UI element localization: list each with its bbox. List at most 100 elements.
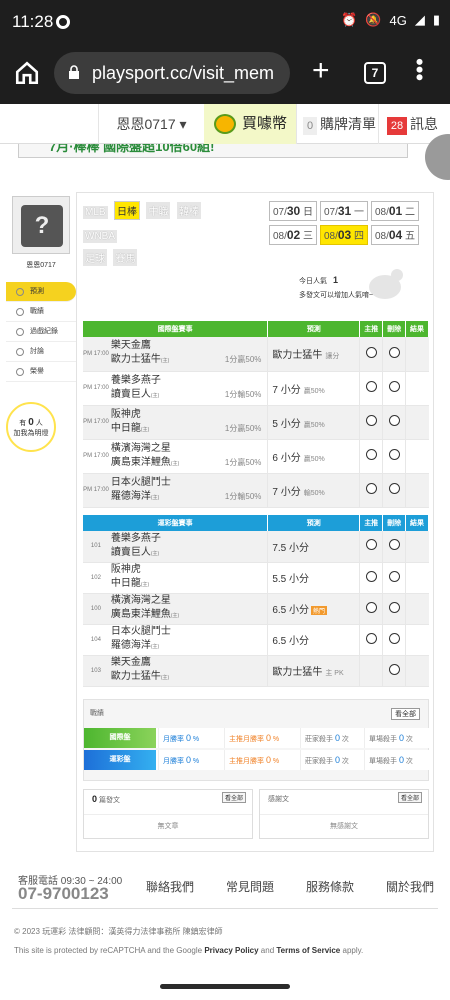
home-icon[interactable] [14, 60, 40, 86]
performance-view-all-button[interactable]: 看全部 [391, 708, 420, 720]
articles-empty-text: 無文章 [84, 814, 252, 831]
home-team: 羅德海洋 [110, 640, 151, 651]
date-button[interactable]: 08/02 三 [269, 225, 317, 245]
game-time: PM 17:00 [83, 337, 109, 372]
league-tab[interactable]: WNBA [83, 230, 117, 243]
delete-radio[interactable] [388, 415, 400, 426]
main-pick-win-rate: 主推月勝率 0 % [224, 750, 279, 770]
home-team: 廣島東洋鯉魚 [110, 456, 171, 468]
delete-radio[interactable] [388, 483, 400, 494]
league-tab-active[interactable]: 日棒 [114, 201, 141, 220]
game-number: 101 [83, 531, 109, 563]
delete-radio[interactable] [388, 570, 400, 582]
performance-row-intl: 國際盤 月勝率 0 % 主推月勝率 0 % 莊家殺手 0 次 單場殺手 0 次 [84, 728, 430, 748]
monthly-win-rate: 月勝率 0 % [158, 750, 199, 770]
delete-cell [382, 593, 406, 625]
thanks-empty-text: 無感謝文 [260, 814, 428, 831]
main-pick-radio[interactable] [365, 539, 377, 551]
footer-link-contact[interactable]: 聯絡我們 [146, 878, 194, 895]
date-button[interactable]: 07/31 一 [320, 201, 368, 221]
popularity-note: 多發文可以增加人氣唷~ [299, 292, 374, 299]
prediction-value: 6 小分 [272, 452, 301, 464]
user-dropdown[interactable]: 恩恩0717 ▾ [98, 104, 204, 144]
more-menu-icon[interactable]: ••• [407, 58, 432, 81]
stat-value: 0 [185, 755, 191, 765]
date-weekday: 三 [303, 231, 314, 242]
purchase-list-button[interactable]: 0 購牌清單 [296, 104, 378, 144]
footer-link-terms[interactable]: 服務條款 [306, 878, 354, 895]
main-pick-cell [359, 624, 383, 656]
date-button[interactable]: 08/01 二 [371, 201, 419, 221]
league-tab[interactable]: MLB [83, 206, 108, 219]
league-tab[interactable]: 韓棒 [176, 202, 201, 219]
sidebar-item-discussion[interactable]: 討論 [6, 342, 76, 362]
articles-label: 篇發文 [99, 797, 121, 804]
delete-cell [382, 337, 406, 372]
footer-link-faq[interactable]: 常見問題 [226, 878, 274, 895]
main-pick-radio[interactable] [365, 415, 377, 426]
sidebar-menu: 預測 戰績 過戲紀錄 討論 榮譽 [6, 282, 76, 382]
date-button[interactable]: 08/04 五 [371, 225, 419, 245]
browser-toolbar: playsport.cc/visit_mem + 7 ••• [0, 44, 450, 104]
delete-radio[interactable] [388, 632, 400, 644]
status-time: 11:28 [12, 12, 54, 31]
away-team: 養樂多燕子 [110, 532, 161, 544]
table-row: 102 阪神虎 中日龍(主) 5.5 小分 [83, 562, 429, 594]
main-pick-radio[interactable] [365, 449, 377, 460]
main-pick-radio[interactable] [365, 381, 377, 392]
sidebar-item-record[interactable]: 戰績 [6, 302, 76, 322]
promo-banner[interactable]: 7月·棒棒 國際盤超10倍60組! [18, 144, 408, 158]
main-pick-radio[interactable] [365, 601, 377, 613]
terms-of-service-link[interactable]: Terms of Service [276, 946, 340, 955]
main-pick-radio[interactable] [365, 570, 377, 582]
main-pick-cell [359, 405, 383, 440]
coin-icon [214, 114, 236, 134]
footer-link-about[interactable]: 關於我們 [386, 878, 434, 895]
result-cell [405, 337, 429, 372]
sidebar-item-history[interactable]: 過戲紀錄 [6, 322, 76, 342]
sidebar-item-honors[interactable]: 榮譽 [6, 362, 76, 382]
support-phone[interactable]: 07-9700123 [18, 884, 109, 904]
bulb-prefix: 有 [19, 420, 27, 427]
main-pick-radio[interactable] [365, 632, 377, 644]
date-button-active[interactable]: 08/03 四 [320, 225, 368, 245]
gesture-handle[interactable] [160, 984, 290, 989]
away-team: 養樂多燕子 [110, 374, 161, 386]
tab-switcher-button[interactable]: 7 [364, 62, 386, 84]
main-pick-cell [359, 593, 383, 625]
address-bar[interactable]: playsport.cc/visit_mem [54, 52, 290, 94]
delete-radio[interactable] [388, 663, 400, 675]
home-mark: (主) [170, 613, 180, 619]
away-team: 樂天金鷹 [110, 340, 151, 352]
buy-coins-button[interactable]: 買噱幣 [204, 104, 296, 144]
delete-radio[interactable] [388, 346, 400, 358]
promo-banner-text: 7月·棒棒 國際盤超10倍60組! [49, 144, 215, 154]
thanks-view-all-button[interactable]: 看全部 [397, 792, 422, 803]
performance-tag: 國際盤 [84, 728, 156, 748]
main-pick-cell [359, 655, 383, 687]
articles-header: 0 篇發文 [92, 794, 120, 805]
delete-radio[interactable] [388, 601, 400, 613]
main-pick-radio[interactable] [365, 483, 377, 494]
league-tab[interactable]: 賽馬 [113, 249, 138, 266]
delete-radio[interactable] [388, 539, 400, 551]
date-button[interactable]: 07/30 日 [269, 201, 317, 221]
chrome-notification-icon [56, 15, 70, 29]
privacy-policy-link[interactable]: Privacy Policy [204, 946, 258, 955]
beacon-bulb[interactable]: 有 0 人 加我為明燈 [6, 402, 56, 452]
column-header: 預測 [267, 321, 361, 337]
result-cell [405, 593, 429, 625]
result-cell [405, 371, 429, 406]
discussion-icon [16, 348, 24, 356]
main-pick-radio[interactable] [365, 346, 377, 358]
league-tab[interactable]: 足球 [83, 249, 107, 266]
sidebar-item-label: 戰績 [30, 308, 44, 315]
recaptcha-and: and [258, 946, 277, 955]
sidebar-item-predictions[interactable]: 預測 [6, 282, 76, 302]
league-tab[interactable]: 中職 [146, 202, 171, 219]
articles-view-all-button[interactable]: 看全部 [221, 792, 246, 803]
delete-radio[interactable] [388, 381, 400, 392]
new-tab-icon[interactable]: + [312, 56, 330, 86]
delete-radio[interactable] [388, 449, 400, 460]
single-game-killer: 單場殺手 0 次 [364, 728, 413, 748]
